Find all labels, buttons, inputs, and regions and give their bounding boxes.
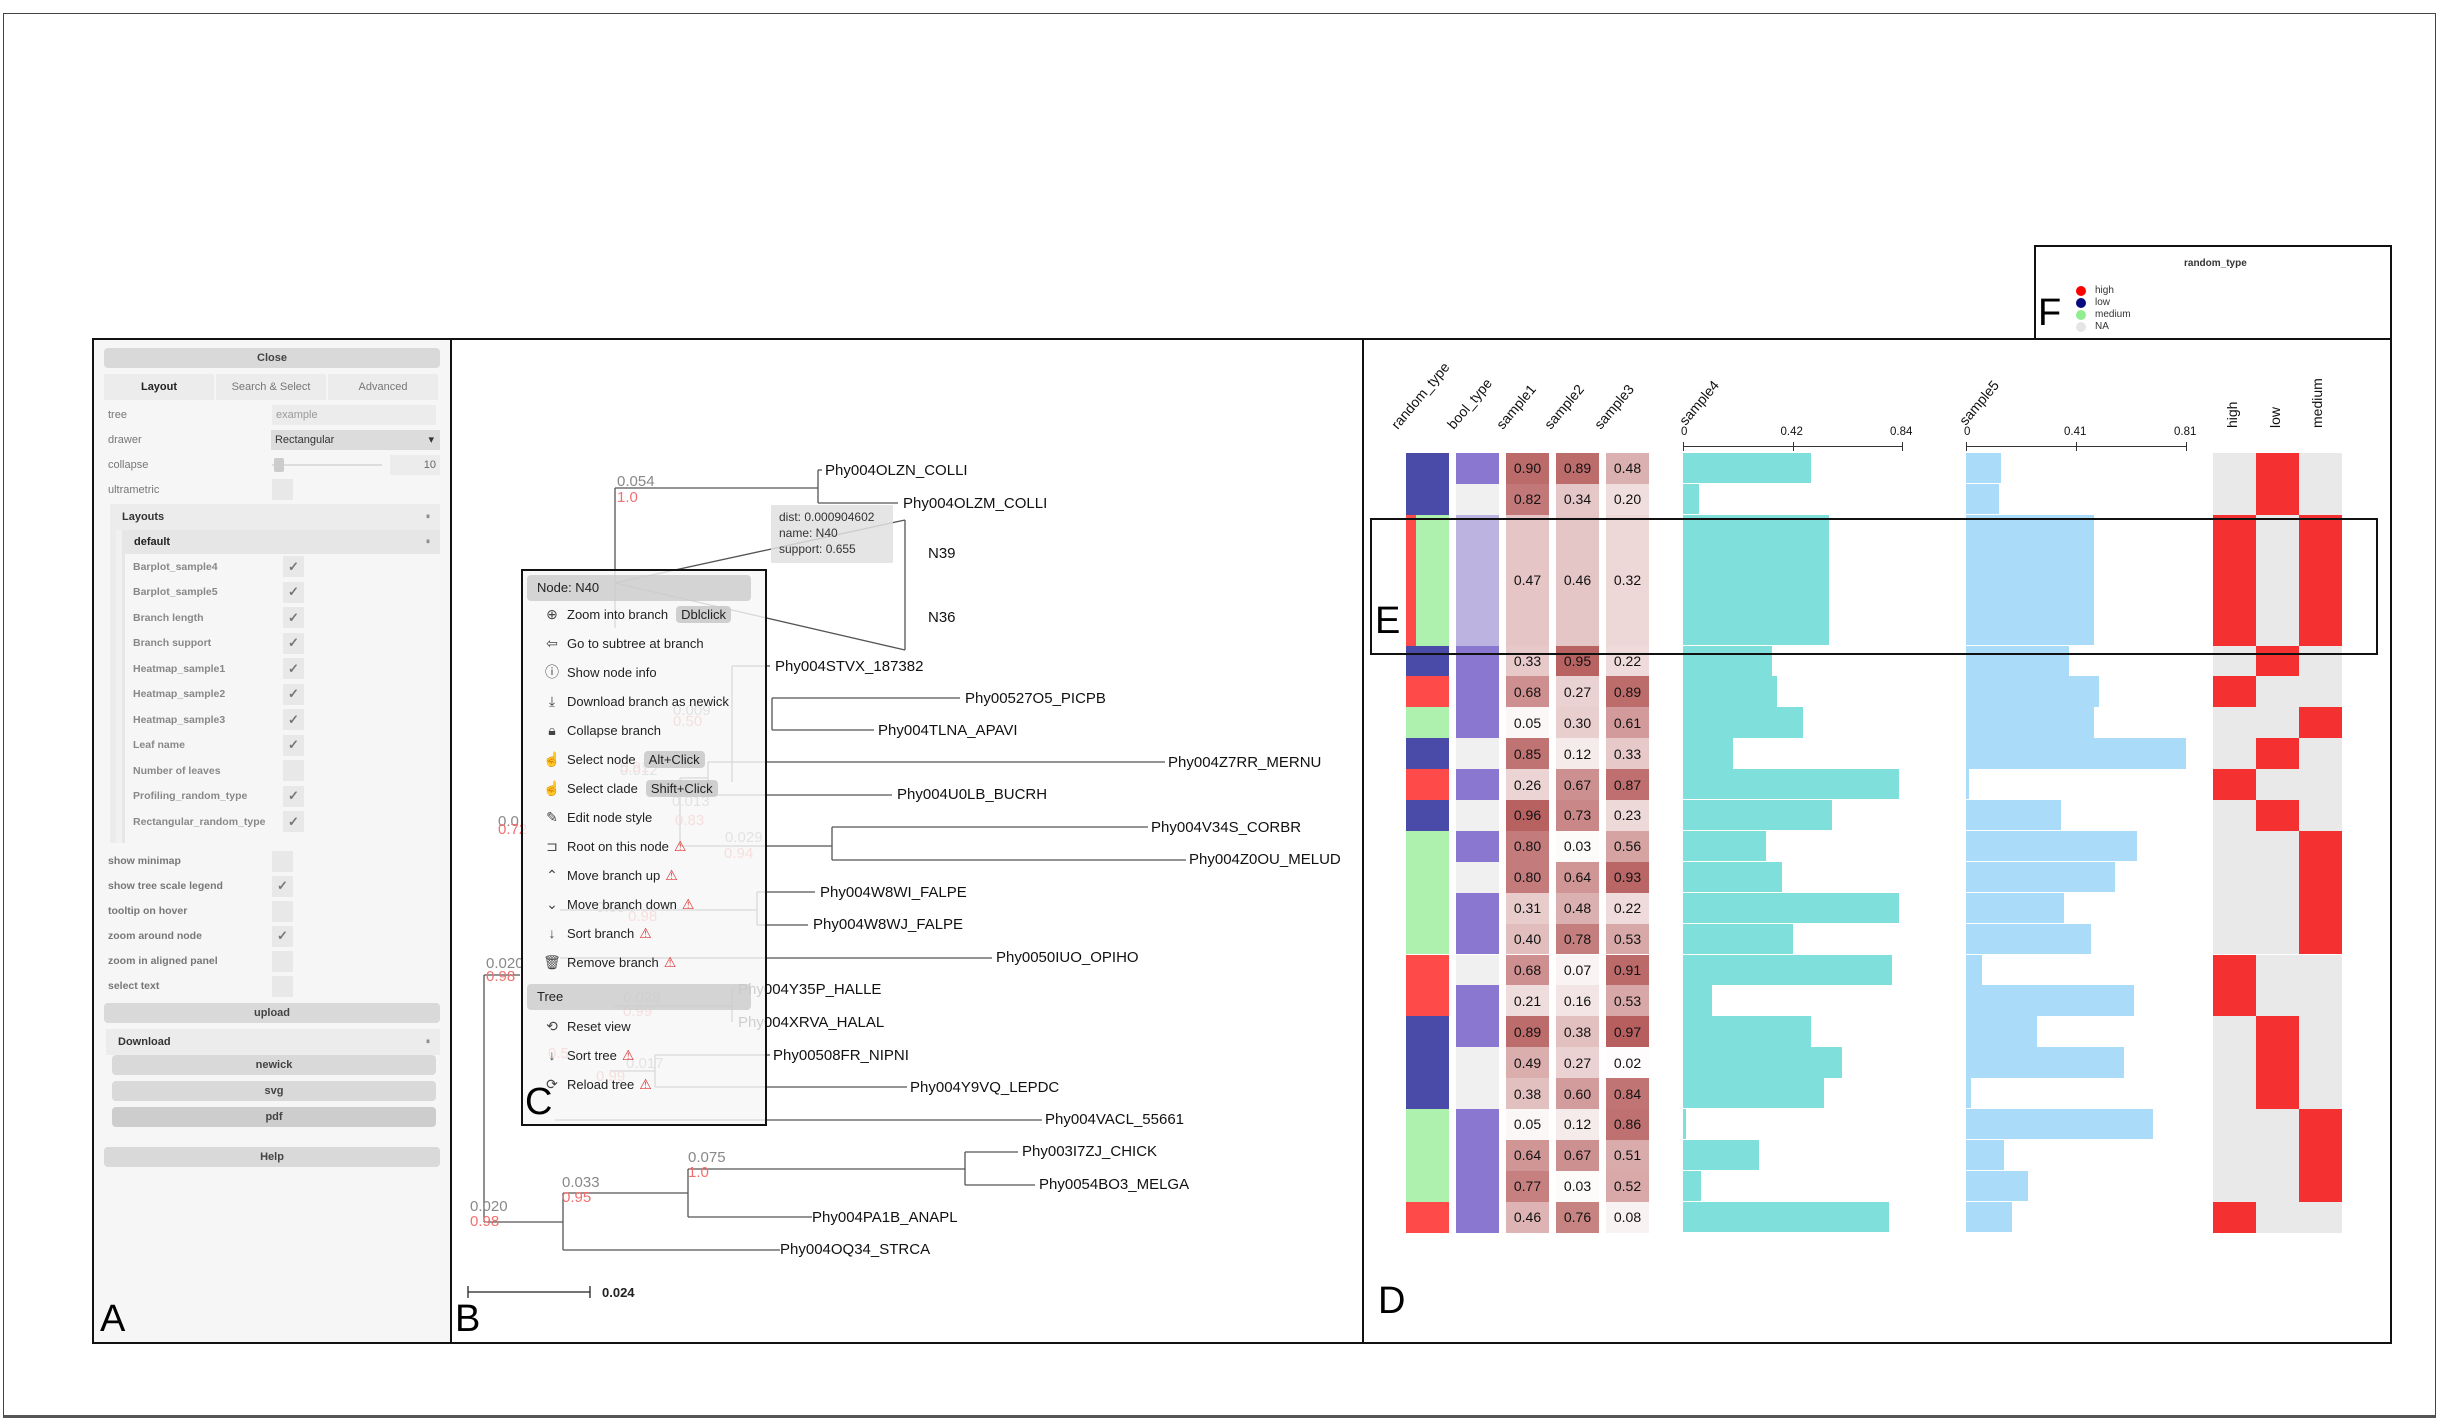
panel-label-f: F bbox=[2038, 292, 2062, 334]
menu-item-label: Reset view bbox=[567, 1018, 631, 1034]
menu-item-label: Move branch down bbox=[567, 896, 677, 912]
menu-item-label: Show node info bbox=[567, 664, 657, 680]
menu-item-label: Root on this node bbox=[567, 838, 669, 854]
menu-item[interactable]: ✎ Edit node style bbox=[543, 804, 652, 830]
menu-item[interactable]: ⟳ Reload tree ⚠ bbox=[543, 1071, 652, 1097]
menu-item-label: Select clade bbox=[567, 780, 638, 796]
sort-icon: ↓ bbox=[548, 925, 556, 941]
info-icon: ⓘ bbox=[545, 664, 559, 680]
menu-item-label: Go to subtree at branch bbox=[567, 635, 704, 651]
panel-label-c: C bbox=[525, 1081, 553, 1123]
menu-item[interactable]: ↓ Sort branch ⚠ bbox=[543, 920, 652, 946]
menu-item[interactable]: ☝ Select node Alt+Click bbox=[543, 746, 705, 772]
pointer-icon: ☝ bbox=[543, 779, 561, 796]
warning-icon: ⚠ bbox=[665, 866, 678, 883]
menu-item[interactable]: ⇦ Go to subtree at branch bbox=[543, 630, 704, 656]
collapsed-node-highlight bbox=[1370, 518, 2378, 655]
warning-icon: ⚠ bbox=[663, 953, 677, 970]
menu-node-header: Node: N40 bbox=[527, 575, 751, 601]
lock-icon: 🔒︎ bbox=[548, 721, 556, 738]
sort-icon: ↓ bbox=[548, 1047, 556, 1063]
warning-icon: ⚠ bbox=[673, 837, 687, 854]
menu-tree-header: Tree bbox=[527, 984, 751, 1010]
menu-item[interactable]: ⓘ Show node info bbox=[543, 659, 657, 685]
subtree-icon: ⇦ bbox=[546, 634, 558, 651]
menu-item-label: Move branch up bbox=[567, 867, 661, 883]
edit-icon: ✎ bbox=[546, 808, 558, 825]
menu-item-label: Reload tree bbox=[567, 1076, 635, 1092]
pointer-icon: ☝ bbox=[543, 750, 561, 767]
panel-a-frame bbox=[92, 338, 452, 1344]
menu-item[interactable]: 🗑︎ Remove branch ⚠ bbox=[543, 949, 676, 975]
tooltip-name: name: N40 bbox=[779, 526, 838, 540]
tooltip-support: support: 0.655 bbox=[779, 542, 856, 556]
panel-label-b: B bbox=[455, 1298, 481, 1340]
panel-label-e: E bbox=[1375, 600, 1401, 642]
menu-item-label: Edit node style bbox=[567, 809, 653, 825]
menu-item[interactable]: ☝ Select clade Shift+Click bbox=[543, 775, 718, 801]
panel-d-frame bbox=[1362, 338, 2392, 1344]
menu-item-label: Sort tree bbox=[567, 1047, 617, 1063]
menu-item-label: Sort branch bbox=[567, 925, 635, 941]
warning-icon: ⚠ bbox=[639, 924, 652, 941]
menu-item[interactable]: ⟲ Reset view bbox=[543, 1013, 631, 1039]
panel-label-d: D bbox=[1378, 1280, 1406, 1322]
menu-item-label: Select node bbox=[567, 751, 636, 767]
panel-label-a: A bbox=[100, 1298, 126, 1340]
zoom-in-icon: ⊕ bbox=[546, 605, 558, 622]
menu-item[interactable]: ⊕ Zoom into branch Dblclick bbox=[543, 601, 731, 627]
warning-icon: ⚠ bbox=[621, 1046, 635, 1063]
panel-f-frame bbox=[2034, 245, 2392, 340]
menu-item-label: Remove branch bbox=[567, 954, 659, 970]
node-tooltip: dist: 0.000904602 name: N40 support: 0.6… bbox=[771, 505, 893, 563]
menu-item-label: Collapse branch bbox=[567, 722, 661, 738]
shortcut-badge: Dblclick bbox=[676, 605, 731, 623]
trash-icon: 🗑︎ bbox=[543, 953, 561, 970]
menu-item[interactable]: ⤓ Download branch as newick bbox=[543, 688, 729, 714]
shortcut-badge: Alt+Click bbox=[643, 750, 705, 768]
menu-item-label: Zoom into branch bbox=[567, 606, 669, 622]
warning-icon: ⚠ bbox=[639, 1075, 652, 1092]
context-menu: Node: N40 ⊕ Zoom into branch Dblclick ⇦ … bbox=[521, 569, 767, 1126]
shortcut-badge: Shift+Click bbox=[645, 779, 718, 797]
menu-item[interactable]: ⌃ Move branch up ⚠ bbox=[543, 862, 678, 888]
root-icon: ⊐ bbox=[546, 837, 558, 854]
tooltip-dist: dist: 0.000904602 bbox=[779, 510, 875, 524]
menu-item[interactable]: ⌄ Move branch down ⚠ bbox=[543, 891, 694, 917]
download-icon: ⤓ bbox=[548, 692, 556, 709]
reset-view-icon: ⟲ bbox=[546, 1017, 558, 1034]
move-up-icon: ⌃ bbox=[546, 866, 558, 883]
menu-item[interactable]: 🔒︎ Collapse branch bbox=[543, 717, 661, 743]
menu-item[interactable]: ⊐ Root on this node ⚠ bbox=[543, 833, 686, 859]
menu-item[interactable]: ↓ Sort tree ⚠ bbox=[543, 1042, 635, 1068]
menu-item-label: Download branch as newick bbox=[567, 693, 729, 709]
move-down-icon: ⌄ bbox=[546, 895, 558, 912]
warning-icon: ⚠ bbox=[681, 895, 695, 912]
